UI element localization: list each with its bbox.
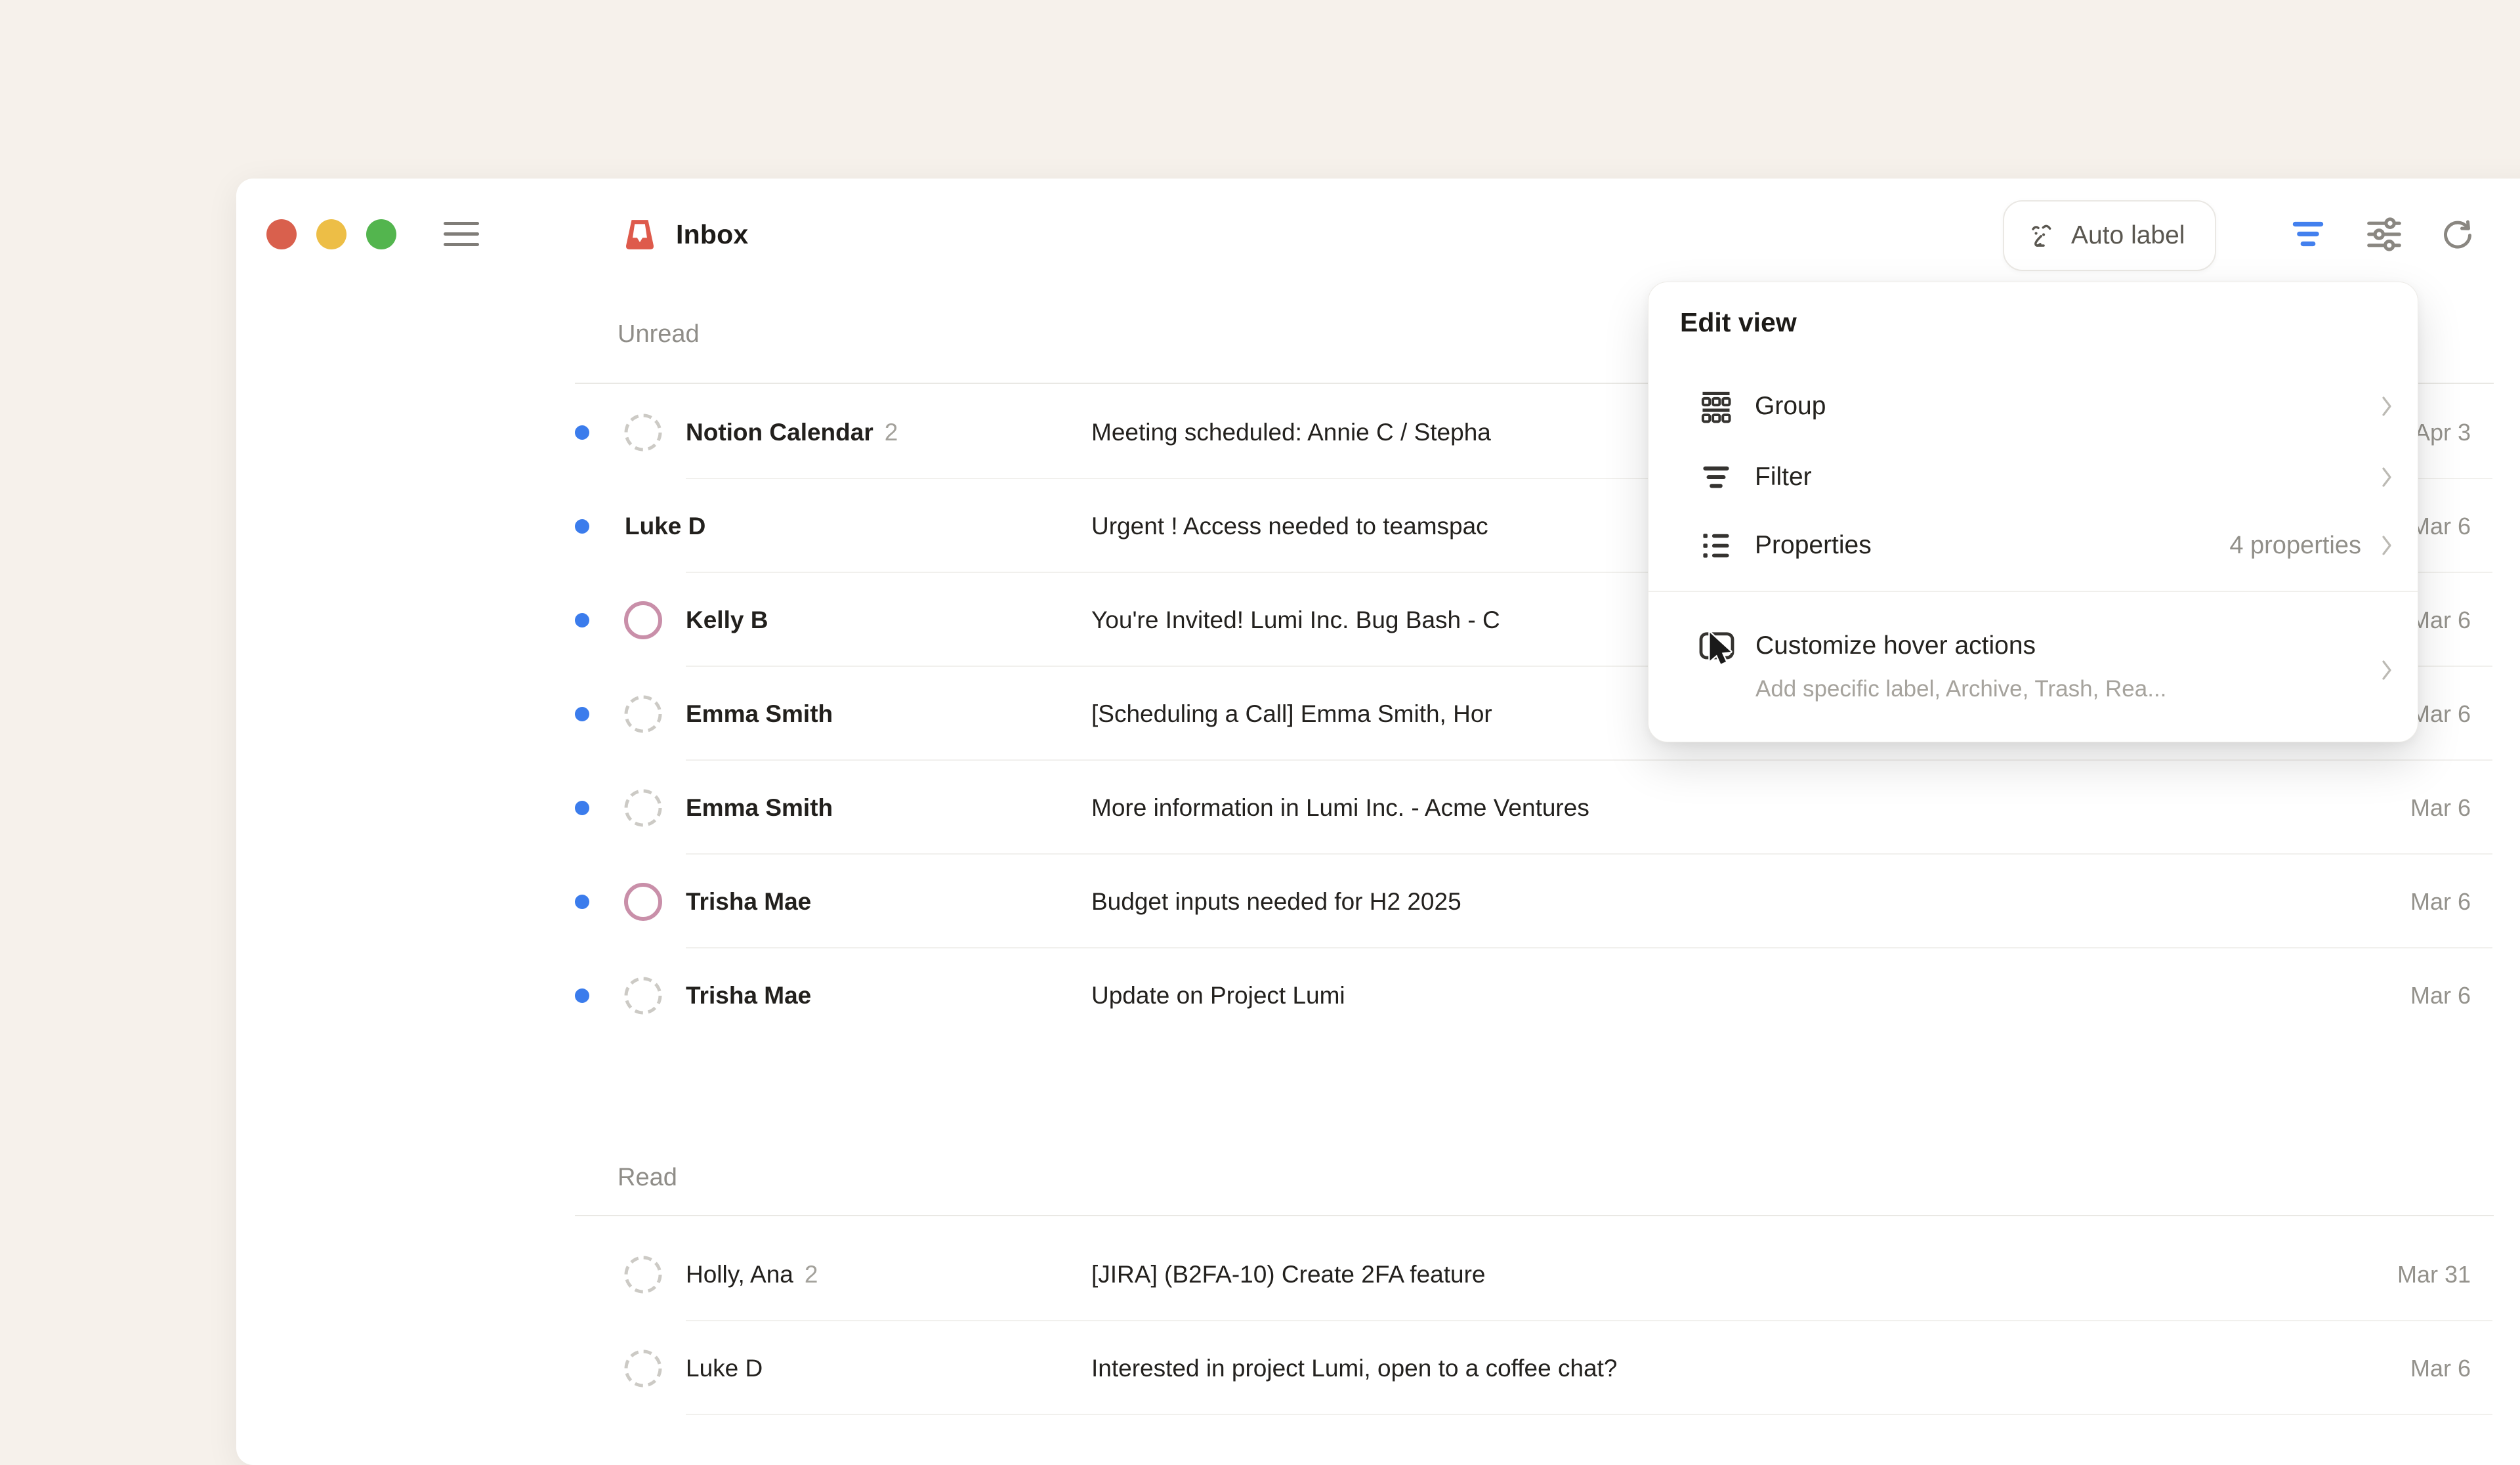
sender-name: Luke D	[625, 513, 705, 540]
zoom-window-button[interactable]	[366, 219, 396, 249]
close-window-button[interactable]	[266, 219, 297, 249]
chevron-right-icon	[2380, 466, 2394, 488]
email-row[interactable]: Luke D Interested in project Lumi, open …	[575, 1321, 2492, 1415]
mail-window: Inbox Auto label	[236, 179, 2520, 1465]
email-subject: More information in Lumi Inc. - Acme Ven…	[1091, 794, 1589, 822]
sender-name: Trisha Mae	[686, 982, 811, 1009]
email-subject: Budget inputs needed for H2 2025	[1091, 888, 1461, 916]
section-label-unread: Unread	[618, 320, 700, 349]
unread-dot	[575, 519, 589, 534]
thread-count: 2	[885, 419, 898, 446]
email-date: Mar 6	[2410, 794, 2471, 822]
avatar	[624, 601, 662, 639]
email-subject: Meeting scheduled: Annie C / Stepha	[1091, 419, 1491, 446]
menu-item-properties[interactable]: Properties 4 properties	[1648, 511, 2418, 580]
section-divider	[575, 1215, 2494, 1216]
page-title: Inbox	[676, 219, 748, 250]
avatar	[624, 789, 662, 827]
menu-item-filter[interactable]: Filter	[1648, 442, 2418, 512]
email-subject: Urgent ! Access needed to teamspac	[1091, 513, 1488, 540]
chevron-right-icon	[2380, 395, 2394, 417]
avatar	[624, 977, 662, 1015]
unread-dot	[575, 425, 589, 440]
properties-icon	[1698, 527, 1734, 564]
mouse-cursor	[1704, 630, 1738, 671]
sort-filter-icon[interactable]	[2286, 213, 2330, 256]
email-date: Mar 6	[2410, 700, 2471, 728]
menu-icon[interactable]	[444, 222, 479, 248]
chevron-right-icon	[2380, 659, 2394, 681]
email-date: Mar 6	[2410, 606, 2471, 634]
unread-dot	[575, 801, 589, 815]
unread-dot	[575, 613, 589, 627]
sender-name: Trisha Mae	[686, 888, 811, 916]
menu-item-group[interactable]: Group	[1648, 372, 2418, 441]
email-subject: [JIRA] (B2FA-10) Create 2FA feature	[1091, 1261, 1486, 1288]
avatar	[624, 695, 662, 733]
unread-dot	[575, 895, 589, 909]
filter-icon	[1698, 459, 1734, 496]
section-label-read: Read	[618, 1164, 677, 1192]
menu-item-label: Group	[1755, 392, 2380, 421]
sender-name: Notion Calendar	[686, 419, 873, 446]
auto-label-button[interactable]: Auto label	[2003, 200, 2216, 271]
edit-view-title: Edit view	[1680, 307, 1797, 338]
sender-name: Emma Smith	[686, 794, 833, 822]
email-row[interactable]: Trisha Mae Budget inputs needed for H2 2…	[575, 855, 2492, 948]
menu-item-description: Add specific label, Archive, Trash, Rea.…	[1755, 676, 2166, 702]
auto-label-button-label: Auto label	[2071, 221, 2185, 250]
refresh-icon[interactable]	[2436, 213, 2479, 256]
email-date: Mar 31	[2397, 1261, 2471, 1288]
sender-name: Kelly B	[686, 606, 768, 634]
thread-count: 2	[805, 1261, 818, 1288]
unread-dot	[575, 988, 589, 1003]
avatar	[624, 1256, 662, 1294]
email-date: Mar 6	[2410, 888, 2471, 916]
window-controls	[266, 219, 396, 249]
row-divider	[686, 1414, 2492, 1415]
email-subject: You're Invited! Lumi Inc. Bug Bash - C	[1091, 606, 1500, 634]
menu-divider	[1648, 591, 2418, 592]
email-date: Mar 6	[2410, 982, 2471, 1009]
minimize-window-button[interactable]	[316, 219, 346, 249]
menu-item-customize-hover-actions[interactable]: Customize hover actions Add specific lab…	[1648, 610, 2418, 722]
email-row[interactable]: Emma Smith More information in Lumi Inc.…	[575, 761, 2492, 855]
email-subject: Update on Project Lumi	[1091, 982, 1345, 1009]
menu-item-label: Properties	[1755, 531, 2229, 560]
chevron-right-icon	[2380, 534, 2394, 557]
auto-label-icon	[2026, 221, 2057, 251]
avatar	[624, 1349, 662, 1388]
read-rows: Holly, Ana 2 [JIRA] (B2FA-10) Create 2FA…	[575, 1227, 2492, 1415]
email-date: Mar 6	[2410, 1355, 2471, 1382]
unread-dot	[575, 707, 589, 721]
email-date: Mar 6	[2410, 513, 2471, 540]
sliders-icon[interactable]	[2362, 213, 2406, 256]
sender-name: Holly, Ana	[686, 1261, 793, 1288]
inbox-header: Inbox	[623, 218, 748, 251]
inbox-icon	[623, 218, 656, 251]
avatar	[624, 883, 662, 921]
email-date: Apr 3	[2414, 419, 2471, 446]
sender-name: Emma Smith	[686, 700, 833, 728]
avatar	[624, 414, 662, 452]
email-subject: [Scheduling a Call] Emma Smith, Hor	[1091, 700, 1492, 728]
email-row[interactable]: Trisha Mae Update on Project Lumi Mar 6	[575, 948, 2492, 1042]
email-subject: Interested in project Lumi, open to a co…	[1091, 1355, 1618, 1382]
sender-name: Luke D	[686, 1355, 763, 1382]
menu-item-value: 4 properties	[2229, 532, 2361, 560]
menu-item-label: Filter	[1755, 463, 2380, 492]
group-icon	[1698, 388, 1734, 425]
email-row[interactable]: Holly, Ana 2 [JIRA] (B2FA-10) Create 2FA…	[575, 1227, 2492, 1321]
menu-item-label: Customize hover actions	[1755, 631, 2036, 660]
edit-view-menu: Edit view Group	[1648, 282, 2418, 742]
